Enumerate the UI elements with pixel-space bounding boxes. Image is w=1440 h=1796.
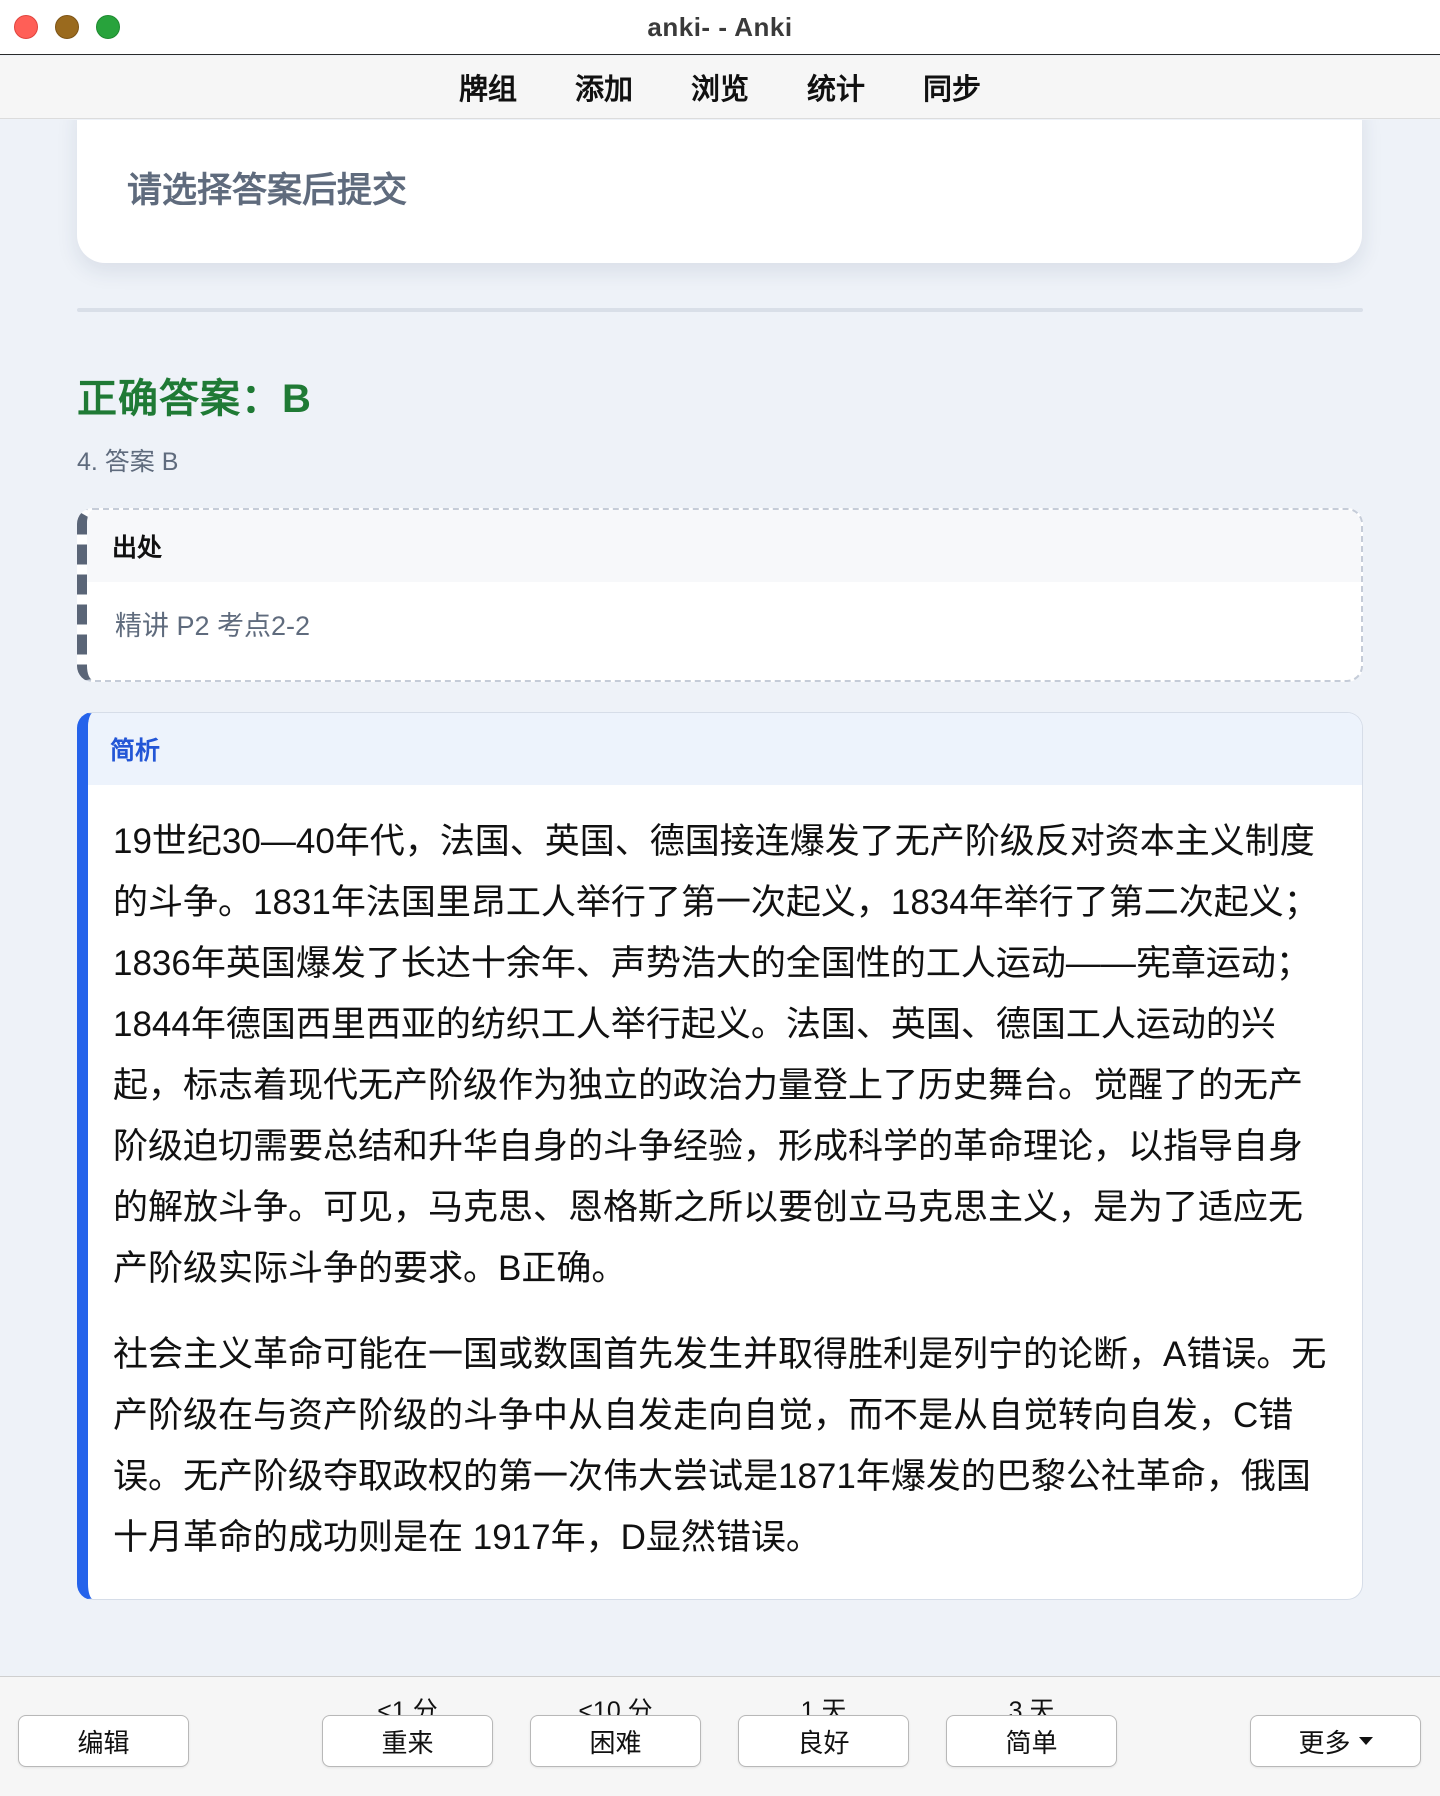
- more-button[interactable]: 更多: [1250, 1715, 1421, 1767]
- main-toolbar: 牌组 添加 浏览 统计 同步: [0, 56, 1440, 119]
- title-bar: anki- - Anki: [0, 0, 1440, 55]
- analysis-body: 19世纪30—40年代，法国、英国、德国接连爆发了无产阶级反对资本主义制度的斗争…: [88, 785, 1362, 1568]
- zoom-window-button[interactable]: [96, 15, 120, 39]
- analysis-box: 简析 19世纪30—40年代，法国、英国、德国接连爆发了无产阶级反对资本主义制度…: [77, 712, 1363, 1600]
- analysis-header: 简析: [88, 713, 1362, 785]
- toolbar-decks[interactable]: 牌组: [430, 66, 546, 108]
- answer-bar: 编辑 <1 分 重来 <10 分 困难 1 天 良好 3 天 简单 更多: [0, 1676, 1440, 1796]
- toolbar-stats[interactable]: 统计: [778, 66, 894, 108]
- window-controls: [14, 15, 120, 39]
- caret-down-icon: [1358, 1737, 1373, 1745]
- source-header: 出处: [87, 510, 1361, 582]
- submit-prompt: 请选择答案后提交: [127, 171, 408, 210]
- edit-button[interactable]: 编辑: [18, 1715, 189, 1767]
- easy-button[interactable]: 简单: [946, 1715, 1117, 1767]
- toolbar-sync[interactable]: 同步: [894, 66, 1010, 108]
- correct-answer-label: 正确答案：: [77, 377, 282, 421]
- correct-answer-value: B: [282, 377, 312, 421]
- good-button[interactable]: 良好: [738, 1715, 909, 1767]
- question-card: 请选择答案后提交: [77, 120, 1362, 263]
- source-box: 出处 精讲 P2 考点2-2: [77, 508, 1363, 682]
- answer-note: 4. 答案 B: [77, 448, 179, 476]
- hard-button[interactable]: 困难: [530, 1715, 701, 1767]
- source-text: 精讲 P2 考点2-2: [115, 611, 311, 641]
- again-button[interactable]: 重来: [322, 1715, 493, 1767]
- answer-divider: [77, 308, 1363, 312]
- analysis-paragraph: 19世纪30—40年代，法国、英国、德国接连爆发了无产阶级反对资本主义制度的斗争…: [113, 822, 1319, 1288]
- more-label: 更多: [1298, 1727, 1351, 1758]
- analysis-paragraph: 社会主义革命可能在一国或数国首先发生并取得胜利是列宁的论断，A错误。无产阶级在与…: [113, 1335, 1327, 1557]
- window-title: anki- - Anki: [647, 11, 793, 42]
- close-window-button[interactable]: [14, 15, 38, 39]
- minimize-window-button[interactable]: [55, 15, 79, 39]
- toolbar-browse[interactable]: 浏览: [662, 66, 778, 108]
- card-content[interactable]: 请选择答案后提交 正确答案：B 4. 答案 B 出处 精讲 P2 考点2-2 简…: [0, 120, 1440, 1676]
- toolbar-add[interactable]: 添加: [546, 66, 662, 108]
- correct-answer-heading: 正确答案：B: [77, 366, 312, 424]
